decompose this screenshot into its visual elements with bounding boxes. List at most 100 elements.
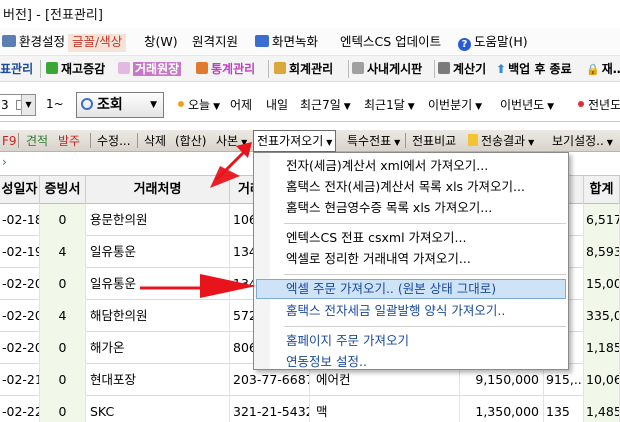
toolbar-stock-change[interactable]: 재고증감: [46, 59, 105, 79]
period-1month[interactable]: 최근1달 ▼: [364, 96, 415, 113]
cmd-edit-label: 수정...: [97, 134, 131, 148]
search-button[interactable]: 조회 ▼: [76, 92, 164, 118]
toolbar-accounting-label: 회계관리: [289, 62, 334, 76]
toolbar-board[interactable]: 사내게시판: [352, 59, 422, 79]
cell-date: -02-19: [0, 236, 40, 268]
toolbar-statistics-label: 통계관리: [211, 62, 256, 76]
toolbar-slip-manage[interactable]: 표관리: [0, 59, 33, 79]
period-quarter[interactable]: 이번분기 ▼: [428, 96, 482, 113]
cmd-copy-label: 사본: [216, 134, 239, 148]
toolbar-statistics[interactable]: 통계관리: [196, 59, 255, 79]
cmd-f9[interactable]: F9: [2, 131, 17, 151]
filter-bar: 3 ▼ 1~ 조회 ▼ 오늘 ▼ 어제 내일 최근7일 ▼ 최근1달 ▼ 이번분기 ▼ 이…: [0, 86, 620, 122]
dropdown-item-1[interactable]: 홈택스 전자(세금)계산서 목록 xls 가져오기...: [256, 177, 566, 197]
cell-client: 일유통운: [86, 268, 230, 300]
cmd-delete[interactable]: 삭제: [144, 131, 166, 151]
plus-icon: [46, 62, 58, 74]
range-combo[interactable]: 1~: [44, 94, 72, 116]
chevron-down-icon: ▼: [606, 138, 613, 147]
upload-icon: ⬆: [496, 62, 507, 76]
table-row[interactable]: -02-220SKC321-21-54321맥1,350,0001351,485…: [0, 396, 620, 422]
cmd-estimate-label: 견적: [26, 134, 49, 148]
cmd-send-result[interactable]: 전송결과 ▼: [468, 131, 534, 151]
chevron-down-icon: ▼: [547, 102, 555, 112]
period-yesterday[interactable]: 어제: [230, 96, 252, 113]
menu-settings[interactable]: 환경설정: [2, 34, 65, 52]
menu-screen-record[interactable]: 화면녹화: [255, 34, 318, 52]
cmd-estimate[interactable]: 견적: [26, 131, 48, 151]
date-combo[interactable]: 3 ▼: [0, 94, 36, 116]
cell-proof: 0: [40, 204, 86, 236]
dropdown-item-0[interactable]: 전자(세금)계산서 xml에서 가져오기...: [256, 156, 566, 176]
dropdown-item-5[interactable]: 엑셀로 정리한 거래내역 가져오기...: [256, 249, 566, 269]
menu-remote-support-label: 원격지원: [192, 34, 239, 49]
period-tomorrow-label: 내일: [266, 98, 289, 112]
period-today[interactable]: 오늘 ▼: [178, 96, 220, 113]
cmd-special-slip[interactable]: 특수전표 ▼: [347, 131, 400, 151]
chevron-down-icon: ▼: [150, 100, 157, 110]
toolbar-accounting[interactable]: 회계관리: [274, 59, 333, 79]
board-icon: [352, 62, 364, 74]
chevron-down-icon: ▼: [343, 102, 351, 112]
toolbar-more-label: 재…: [601, 62, 620, 76]
period-last-year-label: 전년도: [588, 98, 620, 112]
menu-separator: [284, 223, 566, 224]
period-7days[interactable]: 최근7일 ▼: [300, 96, 351, 113]
period-tomorrow[interactable]: 내일: [266, 96, 288, 113]
accounting-icon: [274, 62, 286, 74]
dropdown-item-8[interactable]: 홈택스 전자세금 일괄발행 양식 가져오기..: [256, 301, 566, 321]
cell-client: 현대포장: [86, 364, 230, 396]
cmd-compare[interactable]: 전표비교: [412, 131, 456, 151]
menu-window[interactable]: 창(W): [144, 34, 178, 52]
col-total[interactable]: 합계: [584, 176, 620, 204]
period-last-year[interactable]: 전년도: [578, 96, 620, 113]
search-button-label: 조회: [97, 97, 123, 113]
cmd-copy[interactable]: 사본 ▼: [216, 131, 247, 151]
col-proof[interactable]: 증빙서: [40, 176, 86, 204]
cell-client: 해가온: [86, 332, 230, 364]
dropdown-item-4[interactable]: 엔텍스CS 전표 csxml 가져오기...: [256, 228, 566, 248]
toolbar-backup-exit[interactable]: ⬆ 백업 후 종료: [496, 59, 572, 79]
cell-total: 15,00,.: [584, 268, 620, 300]
cell-date: -02-20: [0, 332, 40, 364]
menu-update-label: 엔텍스CS 업데이트: [340, 34, 442, 49]
cell-biz: 321-21-54321: [230, 396, 310, 422]
toolbar-slip-manage-label: 표관리: [0, 62, 34, 76]
toolbar-more[interactable]: 🔒재…: [586, 59, 620, 79]
chevron-down-icon: ▼: [21, 95, 35, 115]
cmd-order[interactable]: 발주: [58, 131, 80, 151]
title-bar: 버전] - [전표관리]: [0, 0, 620, 26]
toolbar-ledger[interactable]: 거래원장: [118, 59, 182, 79]
col-date[interactable]: 성일자: [0, 176, 40, 204]
chart-icon: [196, 62, 208, 74]
cell-proof: 0: [40, 268, 86, 300]
cmd-delete-label: 삭제: [144, 134, 167, 148]
cell-proof: 0: [40, 364, 86, 396]
cell-proof: 0: [40, 396, 86, 422]
dropdown-item-11[interactable]: 연동정보 설정..: [256, 352, 566, 372]
dot-icon: [578, 101, 584, 107]
cmd-view-settings[interactable]: 보기설정.. ▼: [552, 131, 613, 151]
period-today-label: 오늘: [188, 98, 211, 112]
dropdown-item-10[interactable]: 홈페이지 주문 가져오기: [256, 331, 566, 351]
cell-tax: 135: [544, 396, 584, 422]
dropdown-item-7[interactable]: 엑셀 주문 가져오기.. (원본 상태 그대로): [256, 279, 566, 299]
chevron-down-icon: ▼: [528, 138, 535, 147]
toolbar-calculator[interactable]: 계산기: [438, 59, 486, 79]
toolbar-calculator-label: 계산기: [453, 62, 487, 76]
menu-remote-support[interactable]: 원격지원: [192, 34, 238, 52]
menu-update[interactable]: 엔텍스CS 업데이트: [340, 34, 441, 52]
toolbar-stock-change-label: 재고증감: [61, 62, 106, 76]
period-year[interactable]: 이번년도 ▼: [500, 96, 554, 113]
menu-font-color[interactable]: 글꼴/색상: [68, 34, 127, 52]
dropdown-item-2[interactable]: 홈택스 현금영수증 목록 xls 가져오기...: [256, 198, 566, 218]
cmd-edit[interactable]: 수정...: [97, 131, 131, 151]
toolbar-separator: [348, 60, 349, 78]
cell-client: 일유통운: [86, 236, 230, 268]
cmd-sum[interactable]: (합산): [175, 131, 206, 151]
expand-icon[interactable]: ›: [2, 155, 7, 169]
col-client[interactable]: 거래처명: [86, 176, 230, 204]
cmd-import-slip[interactable]: 전표가져오기 ▼: [253, 130, 337, 152]
cmd-sum-label: (합산): [175, 134, 207, 148]
menu-help[interactable]: ? 도움말(H): [458, 34, 528, 52]
